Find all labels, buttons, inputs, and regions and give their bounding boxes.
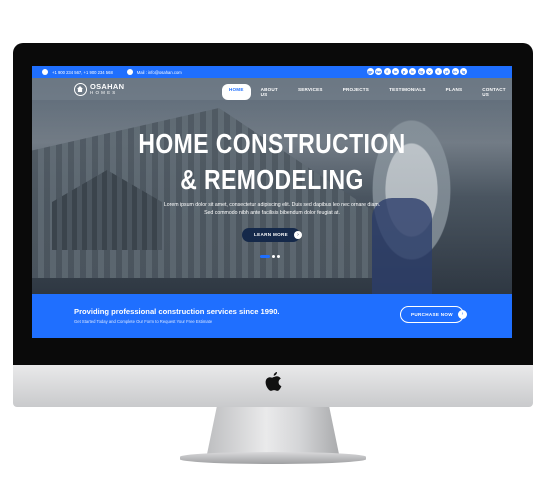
mail-icon xyxy=(126,69,133,75)
cta-title: Providing professional construction serv… xyxy=(74,307,280,316)
logo-name: OSAHAN xyxy=(90,81,125,91)
tumblr-icon[interactable]: t xyxy=(434,68,442,75)
linkedin-icon-2[interactable]: in xyxy=(451,68,459,75)
instagram-icon[interactable]: ig xyxy=(417,68,425,75)
behance-icon[interactable]: b xyxy=(409,68,416,75)
youtube-icon[interactable]: yt xyxy=(443,68,450,75)
email-text[interactable]: Mail : info@osahan.com xyxy=(137,70,182,75)
linkedin-icon[interactable]: in xyxy=(392,68,399,75)
slider-dots xyxy=(260,255,280,258)
slider-dot-3[interactable] xyxy=(277,255,280,258)
pinterest-icon[interactable]: p xyxy=(400,68,408,75)
twitter-icon[interactable]: tw xyxy=(375,68,382,75)
cta-banner: Providing professional construction serv… xyxy=(32,294,512,338)
arrow-right-icon-2[interactable]: › xyxy=(458,310,467,319)
cta-subtitle: Get Started Today and Complete Our Form … xyxy=(74,319,213,324)
phone-text: +1 900 234 567, +1 900 234 568 xyxy=(52,69,113,75)
top-info-bar: +1 900 234 567, +1 900 234 568 Mail : in… xyxy=(32,66,512,78)
nav-plans[interactable]: Plans xyxy=(436,84,473,100)
apple-logo-icon xyxy=(265,372,282,391)
nav-about-us[interactable]: About Us xyxy=(251,84,288,100)
nav-services[interactable]: Services xyxy=(288,84,333,100)
social-links: gp tw f in p b ig v t yt in ig xyxy=(366,68,467,75)
facebook-icon[interactable]: f xyxy=(383,68,391,75)
hero-section: OSAHAN HOMES Home About Us Services Proj… xyxy=(32,78,512,294)
google-plus-icon[interactable]: gp xyxy=(366,68,374,75)
vimeo-icon[interactable]: v xyxy=(426,68,433,75)
site-logo[interactable]: OSAHAN HOMES xyxy=(74,81,125,96)
house-logo-icon xyxy=(74,83,87,96)
instagram-icon-2[interactable]: ig xyxy=(460,68,467,75)
nav-contact-us[interactable]: Contact Us xyxy=(472,84,512,100)
main-navbar: OSAHAN HOMES Home About Us Services Proj… xyxy=(32,78,512,100)
hero-title-line1: HOME CONSTRUCTION xyxy=(138,128,406,159)
arrow-right-icon[interactable]: › xyxy=(294,231,302,239)
hero-subtitle: Lorem ipsum dolor sit amet, consectetur … xyxy=(163,202,381,216)
slider-dot-1[interactable] xyxy=(260,255,270,258)
phone-icon xyxy=(42,69,48,75)
slider-dot-2[interactable] xyxy=(272,255,275,258)
learn-more-button[interactable]: LEARN MORE xyxy=(242,228,300,242)
nav-menu: Home About Us Services Projects Testimon… xyxy=(222,84,512,100)
hero-title-line2: & REMODELING xyxy=(180,164,364,195)
nav-testimonials[interactable]: Testimonials xyxy=(379,84,436,100)
monitor-stand-foot xyxy=(180,452,366,464)
nav-home[interactable]: Home xyxy=(222,84,251,100)
screen: +1 900 234 567, +1 900 234 568 Mail : in… xyxy=(32,66,512,338)
nav-projects[interactable]: Projects xyxy=(333,84,379,100)
purchase-now-button[interactable]: PURCHASE NOW xyxy=(400,306,464,323)
